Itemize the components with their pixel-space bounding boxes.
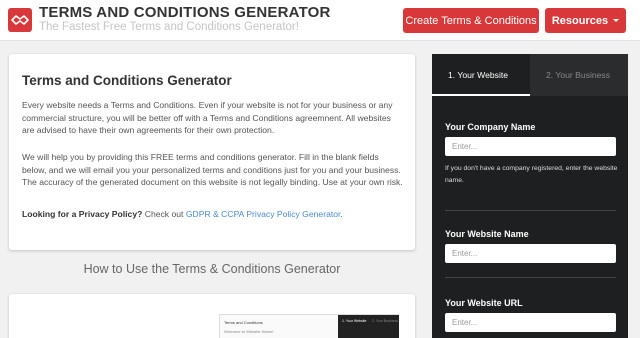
generator-form-panel: 1. Your Website 2. Your Business Your Co… [432,54,628,338]
generator-preview-image: Terms and Conditions Welcome to Website … [219,314,399,338]
tab-your-website[interactable]: 1. Your Website [432,54,530,96]
preview-document: Terms and Conditions Welcome to Website … [224,320,273,334]
preview-tab-2: 2. Your Business [372,319,399,323]
privacy-lead: Looking for a Privacy Policy? [22,209,143,219]
how-to-heading: How to Use the Terms & Conditions Genera… [83,262,341,276]
resources-label: Resources [551,14,609,27]
brand-subtitle: The Fastest Free Terms and Conditions Ge… [39,21,299,33]
resources-dropdown-button[interactable]: Resources [545,8,626,33]
company-name-input[interactable] [445,137,616,156]
company-name-label: Your Company Name [445,122,536,132]
company-name-help: If you don't have a company registered, … [445,165,618,184]
caret-down-icon [613,19,620,22]
privacy-policy-note: Looking for a Privacy Policy? Check out … [22,208,404,221]
create-terms-label: Create Terms & Conditions [405,14,537,27]
site-logo[interactable] [8,8,32,32]
preview-sidebar: 1. Your Website 2. Your Business [338,315,399,338]
website-name-input[interactable] [445,244,616,263]
preview-subtitle: Welcome to Website Name! [224,329,274,334]
website-url-label: Your Website URL [445,298,523,308]
privacy-end: . [340,209,343,219]
intro-paragraph-2: We will help you by providing this FREE … [22,152,403,187]
handshake-icon [11,15,29,25]
form-step-tabs: 1. Your Website 2. Your Business [432,54,628,96]
active-tab-indicator [432,94,530,96]
site-header: TERMS AND CONDITIONS GENERATOR The Faste… [0,0,640,41]
preview-tab-1: 1. Your Website [342,319,367,323]
website-name-label: Your Website Name [445,229,529,239]
field-divider [445,210,616,211]
tab-your-business[interactable]: 2. Your Business [530,54,628,96]
privacy-text: Check out [142,209,186,219]
intro-title: Terms and Conditions Generator [22,73,232,88]
how-to-card: Terms and Conditions Welcome to Website … [9,294,415,338]
create-terms-button[interactable]: Create Terms & Conditions [403,8,539,33]
brand-title[interactable]: TERMS AND CONDITIONS GENERATOR [39,4,331,21]
field-divider [445,277,616,278]
intro-card: Terms and Conditions Generator Every web… [9,54,415,250]
preview-title: Terms and Conditions [224,320,263,325]
privacy-policy-link[interactable]: GDPR & CCPA Privacy Policy Generator [186,209,341,219]
website-url-input[interactable] [445,313,616,332]
intro-paragraph-1: Every website needs a Terms and Conditio… [22,100,393,135]
